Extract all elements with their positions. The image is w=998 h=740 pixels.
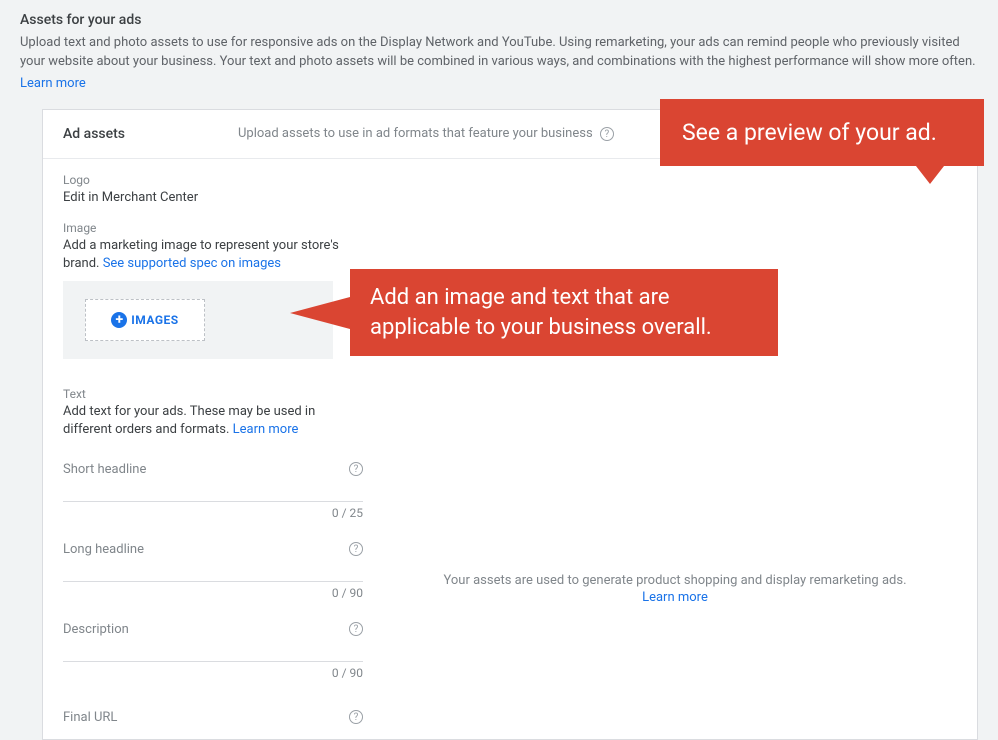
add-images-button[interactable]: + IMAGES xyxy=(85,299,205,341)
image-section: Image Add a marketing image to represent… xyxy=(63,221,361,359)
help-icon[interactable]: ? xyxy=(600,127,614,141)
plus-icon: + xyxy=(111,312,127,328)
edit-merchant-center-link[interactable]: Edit in Merchant Center xyxy=(63,190,198,205)
description-field[interactable]: Description ? 0 / 90 xyxy=(63,622,363,680)
image-label: Image xyxy=(63,221,361,235)
description-input[interactable] xyxy=(63,661,363,662)
final-url-field[interactable]: Final URL ? xyxy=(63,710,363,725)
page-title: Assets for your ads xyxy=(20,12,978,28)
left-column: Logo Edit in Merchant Center Image Add a… xyxy=(43,159,373,739)
help-icon[interactable]: ? xyxy=(349,710,363,724)
short-headline-label: Short headline xyxy=(63,462,146,477)
long-headline-field[interactable]: Long headline ? 0 / 90 xyxy=(63,542,363,600)
card-body: Logo Edit in Merchant Center Image Add a… xyxy=(43,159,977,739)
short-headline-input[interactable] xyxy=(63,501,363,502)
learn-more-link-top[interactable]: Learn more xyxy=(20,76,86,91)
long-headline-input[interactable] xyxy=(63,581,363,582)
callout-image: Add an image and text that are applicabl… xyxy=(350,269,778,356)
card-subtitle: Upload assets to use in ad formats that … xyxy=(238,126,614,141)
callout-arrow-icon xyxy=(290,297,350,329)
callout-arrow-icon xyxy=(916,166,944,184)
callout-preview: See a preview of your ad. xyxy=(660,99,984,166)
supported-spec-link[interactable]: See supported spec on images xyxy=(103,256,281,271)
short-headline-count: 0 / 25 xyxy=(63,506,363,520)
text-learn-more-link[interactable]: Learn more xyxy=(233,422,299,437)
long-headline-count: 0 / 90 xyxy=(63,586,363,600)
help-icon[interactable]: ? xyxy=(349,622,363,636)
page-header: Assets for your ads Upload text and phot… xyxy=(0,0,998,99)
logo-label: Logo xyxy=(63,173,361,187)
text-label: Text xyxy=(63,387,361,401)
preview-message: Your assets are used to generate product… xyxy=(413,573,936,605)
description-count: 0 / 90 xyxy=(63,666,363,680)
long-headline-label: Long headline xyxy=(63,542,144,557)
preview-learn-more-link[interactable]: Learn more xyxy=(443,590,906,605)
help-icon[interactable]: ? xyxy=(349,542,363,556)
final-url-label: Final URL xyxy=(63,710,117,725)
text-description: Add text for your ads. These may be used… xyxy=(63,403,361,439)
page-description: Upload text and photo assets to use for … xyxy=(20,34,978,72)
description-label: Description xyxy=(63,622,129,637)
text-section: Text Add text for your ads. These may be… xyxy=(63,387,361,724)
logo-section: Logo Edit in Merchant Center xyxy=(63,173,361,207)
help-icon[interactable]: ? xyxy=(349,462,363,476)
image-description: Add a marketing image to represent your … xyxy=(63,237,361,273)
images-button-label: IMAGES xyxy=(131,313,178,327)
card-title: Ad assets xyxy=(63,126,238,142)
short-headline-field[interactable]: Short headline ? 0 / 25 xyxy=(63,462,363,520)
preview-column: Your assets are used to generate product… xyxy=(373,159,977,739)
ad-assets-card: Ad assets Upload assets to use in ad for… xyxy=(42,109,978,740)
